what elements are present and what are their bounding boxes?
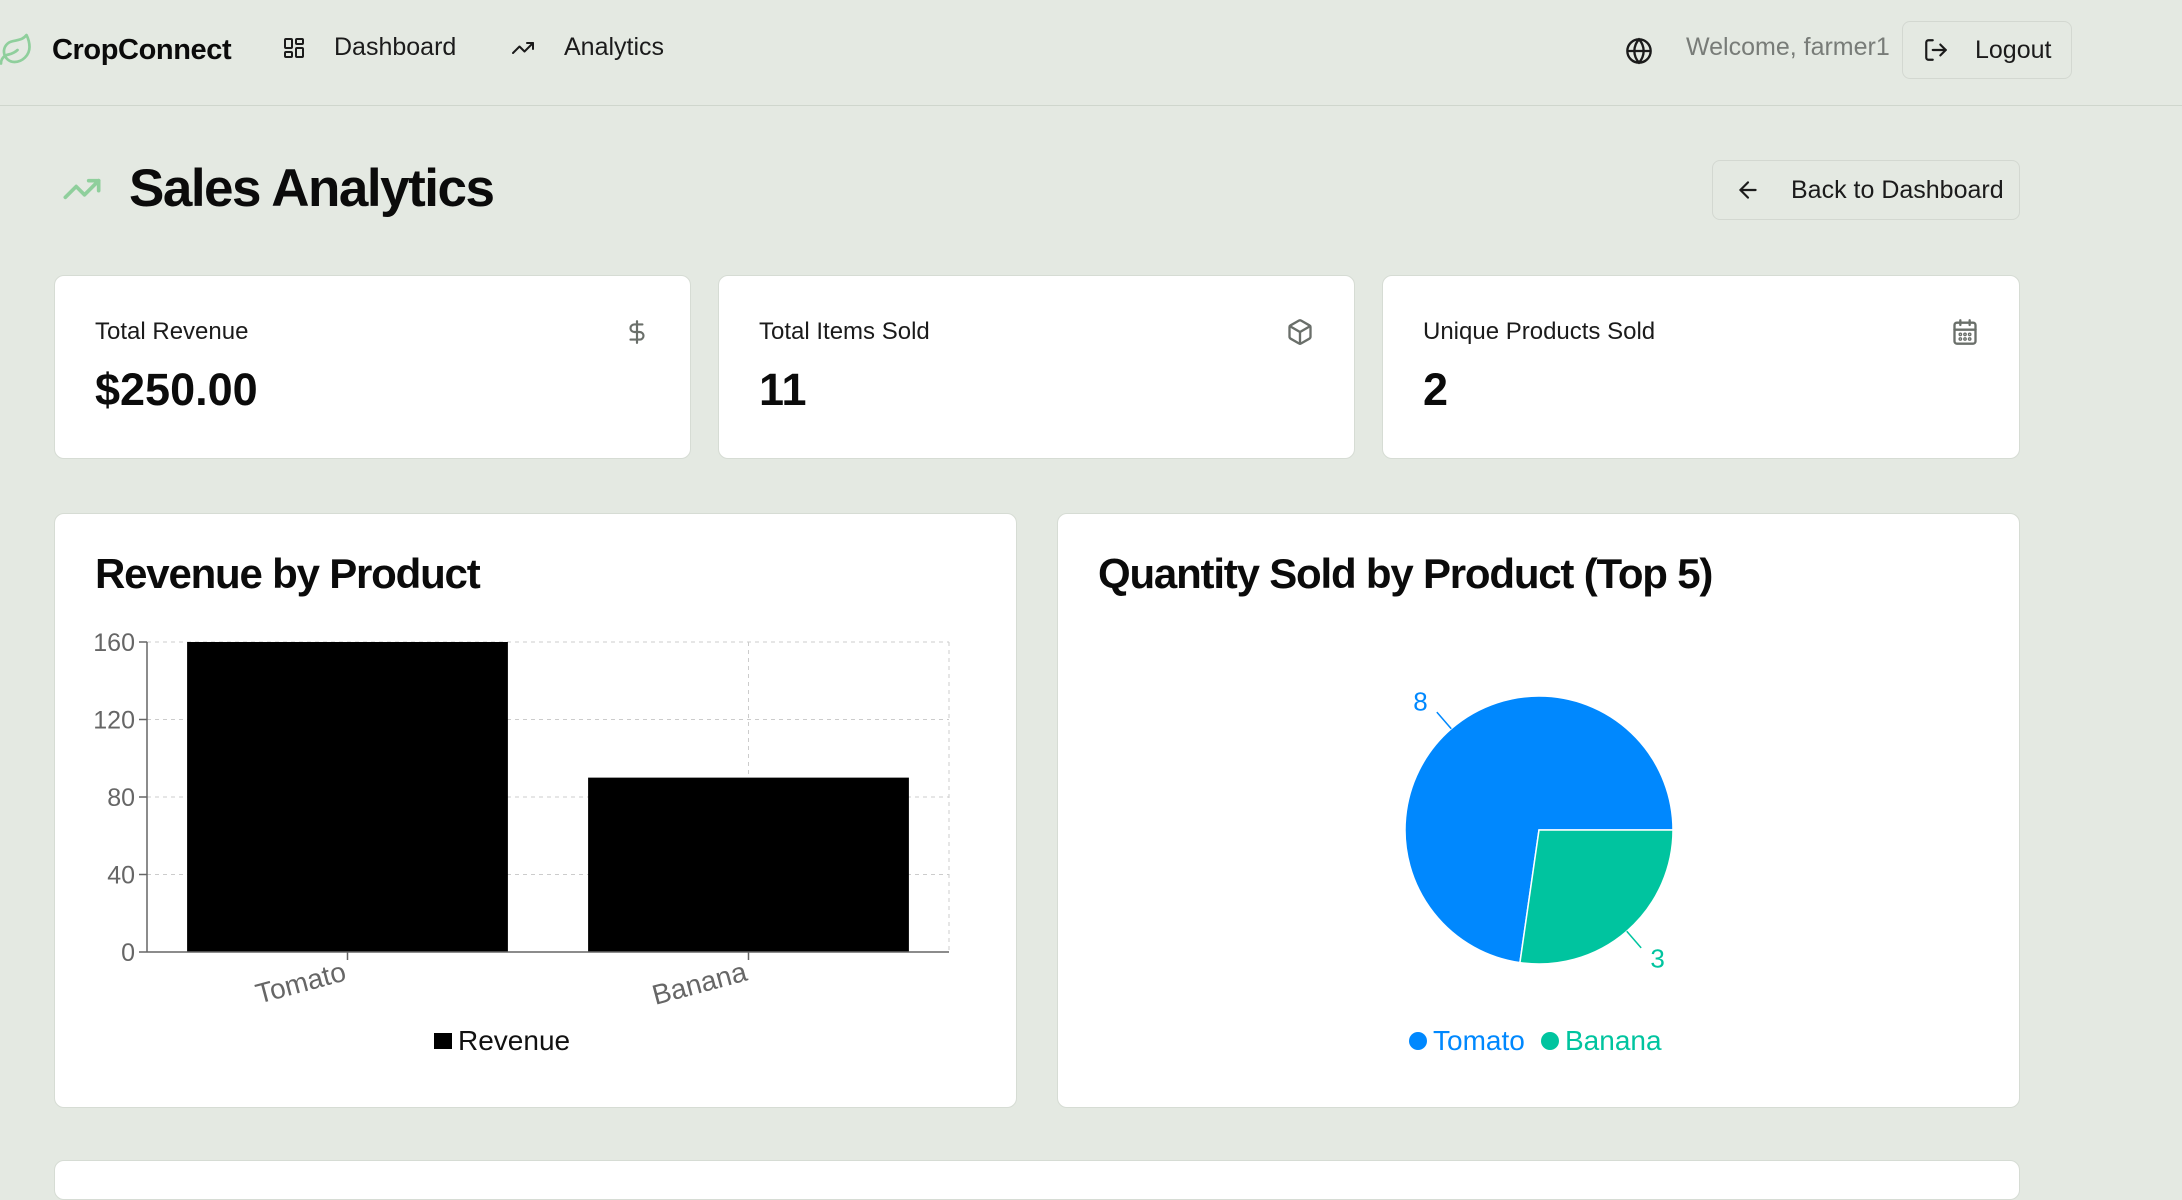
back-to-dashboard-button[interactable]: Back to Dashboard	[1712, 160, 2020, 220]
logout-label: Logout	[1975, 35, 2052, 64]
stat-title: Unique Products Sold	[1423, 318, 1656, 345]
page-header: Sales Analytics	[55, 158, 495, 219]
arrow-left-icon	[1739, 181, 1757, 199]
page-title: Sales Analytics	[129, 159, 495, 218]
y-tick-label: 40	[107, 862, 135, 890]
nav-link-label: Dashboard	[334, 33, 457, 61]
stat-card-total-items-sold: Total Items Sold 11	[718, 275, 1355, 459]
stat-title: Total Revenue	[95, 318, 249, 345]
legend-label: Banana	[1565, 1025, 1662, 1056]
legend-label: Revenue	[458, 1025, 570, 1056]
bar-tomato	[187, 642, 508, 952]
legend-dot-tomato	[1409, 1032, 1427, 1050]
x-tick-label: Tomato	[252, 956, 349, 1010]
stat-title: Total Items Sold	[759, 318, 930, 345]
legend-swatch	[434, 1033, 452, 1049]
quantity-sold-card: Quantity Sold by Product (Top 5) 8 3 Tomat…	[1057, 513, 2020, 1108]
nav-link-label: Analytics	[564, 33, 665, 61]
stat-value: $250.00	[95, 364, 258, 415]
revenue-by-product-card: Revenue by Product 0 40 80 120 160 Tomato Bana…	[54, 513, 1017, 1108]
pie-data-label: 3	[1650, 943, 1664, 973]
stat-card-total-revenue: Total Revenue $250.00	[54, 275, 691, 459]
pie-data-label: 8	[1413, 687, 1427, 717]
back-button-label: Back to Dashboard	[1791, 175, 2004, 204]
x-tick-label: Banana	[649, 956, 751, 1011]
leaf-icon	[0, 33, 31, 65]
language-button[interactable]	[1625, 37, 1653, 65]
legend-label: Tomato	[1433, 1025, 1525, 1056]
nav-link-analytics[interactable]: Analytics	[510, 33, 664, 62]
dollar-icon	[629, 320, 645, 344]
legend-dot-banana	[1541, 1032, 1559, 1050]
stat-card-unique-products-sold: Unique Products Sold 2	[1382, 275, 2020, 459]
stat-value: 11	[759, 364, 807, 415]
pie-label-line	[1626, 930, 1642, 949]
quantity-pie-chart: 8 3 Tomato Banana	[1404, 687, 1674, 1056]
logout-button[interactable]: Logout	[1902, 21, 2072, 79]
nav-link-dashboard[interactable]: Dashboard	[282, 33, 456, 62]
brand[interactable]: CropConnect	[0, 25, 232, 75]
calendar-icon	[1953, 319, 1977, 345]
top-navbar: CropConnect Dashboard Analytics Welcome,…	[0, 0, 2182, 106]
y-tick-label: 0	[121, 939, 135, 967]
bar-banana	[588, 777, 909, 952]
stat-value: 2	[1423, 364, 1449, 415]
pie-label-line	[1436, 711, 1452, 730]
bottom-card	[54, 1160, 2020, 1200]
welcome-text: Welcome, farmer1	[1686, 33, 1890, 61]
revenue-bar-chart: 0 40 80 120 160 Tomato Banana Revenue	[93, 629, 950, 1056]
dashboard-grid-icon	[284, 37, 304, 58]
package-icon	[1288, 319, 1312, 345]
trending-up-icon	[63, 178, 101, 199]
brand-name: CropConnect	[52, 33, 232, 66]
trending-up-icon	[512, 41, 534, 54]
logout-icon	[1925, 39, 1947, 61]
y-tick-label: 120	[93, 707, 135, 735]
y-tick-label: 160	[93, 629, 135, 657]
y-tick-label: 80	[107, 784, 135, 812]
globe-icon	[1626, 37, 1652, 65]
